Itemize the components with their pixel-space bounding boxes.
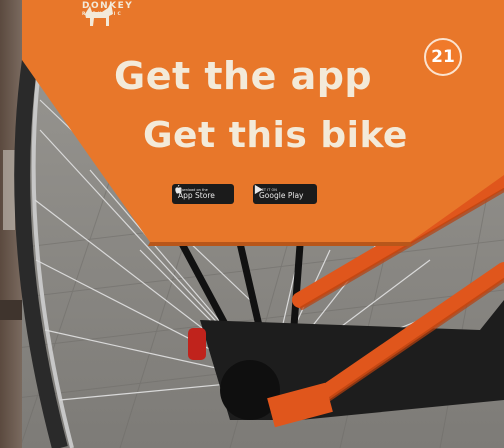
donkey-logo-icon <box>85 4 113 26</box>
brand-block: DONKEY REPUBLIC <box>82 2 133 26</box>
sign-panel-edge <box>148 242 412 246</box>
page-number-badge: 21 <box>424 38 462 76</box>
google-play-icon <box>254 184 263 195</box>
app-store-label: App Store <box>178 191 215 200</box>
google-play-badge: GET IT ON Google Play <box>253 184 317 204</box>
wall-window <box>3 150 15 230</box>
photo-scene: DONKEY REPUBLIC Get the app Get this bik… <box>0 0 504 448</box>
apple-icon <box>175 184 182 194</box>
app-store-badge: Download on the App Store <box>172 184 234 204</box>
rear-reflector <box>188 328 206 360</box>
headline-get-app: Get the app <box>114 54 373 98</box>
wall-ledge <box>0 300 22 320</box>
headline-get-bike: Get this bike <box>143 115 408 156</box>
google-play-label: Google Play <box>259 191 304 200</box>
